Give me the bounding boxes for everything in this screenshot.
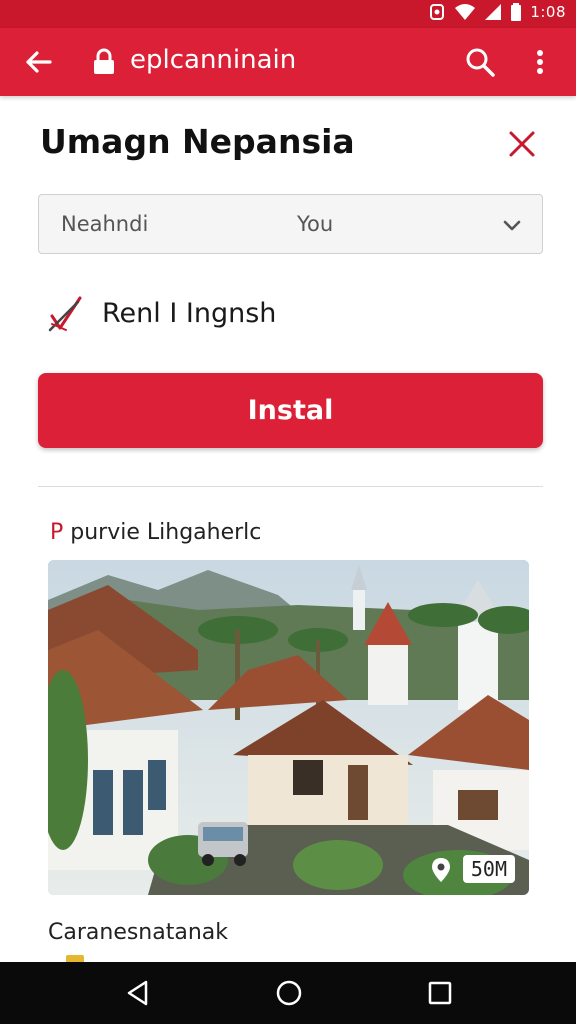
select-label: Neahndi: [61, 212, 149, 236]
battery-icon: [511, 3, 522, 21]
preview-image[interactable]: 50M: [48, 560, 529, 895]
system-nav-bar: [0, 962, 576, 1024]
location-pin-icon: [432, 858, 450, 882]
preview-title-accent: P: [50, 520, 64, 545]
status-bar: 1:08: [0, 0, 576, 28]
size-badge: 50M: [462, 855, 515, 883]
language-select[interactable]: Neahndi You: [38, 194, 543, 254]
notification-icon: [430, 4, 445, 20]
preview-title-text: purvie Lihgaherlc: [63, 520, 262, 545]
village-illustration: [48, 560, 529, 895]
more-vert-icon[interactable]: [528, 46, 552, 78]
select-value: You: [297, 212, 334, 236]
divider: [38, 486, 543, 487]
wifi-icon: [455, 4, 476, 20]
url-text[interactable]: eplcanninain: [130, 45, 296, 75]
nav-back-icon[interactable]: [124, 979, 152, 1007]
preview-section-title: P purvie Lihgaherlc: [50, 520, 261, 545]
nav-home-icon[interactable]: [275, 979, 303, 1007]
back-arrow-icon[interactable]: [22, 46, 54, 78]
search-icon[interactable]: [464, 46, 496, 78]
checkbox-label: Renl I Ingnsh: [102, 298, 277, 329]
app-bar: eplcanninain: [0, 28, 576, 96]
page-title: Umagn Nepansia: [40, 122, 355, 161]
chevron-down-icon: [503, 220, 521, 231]
install-button[interactable]: Instal: [38, 373, 543, 448]
clock: 1:08: [530, 3, 566, 21]
checkbox-icon[interactable]: [48, 294, 84, 334]
signal-icon: [485, 4, 502, 20]
lock-icon: [94, 48, 114, 74]
nav-recents-icon[interactable]: [426, 979, 454, 1007]
close-icon[interactable]: [506, 128, 538, 160]
caption: Caranesnatanak: [48, 920, 229, 945]
